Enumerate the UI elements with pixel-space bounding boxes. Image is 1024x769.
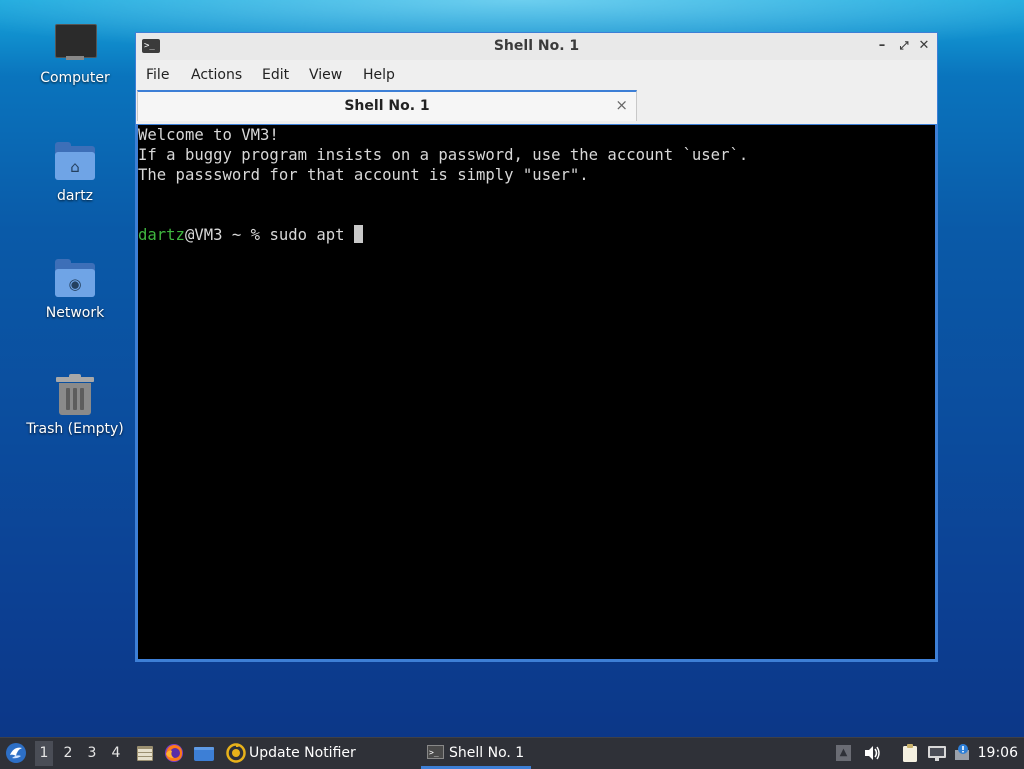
tab-close-icon[interactable]: × xyxy=(615,96,628,114)
terminal-line: If a buggy program insists on a password… xyxy=(138,146,749,164)
menu-actions[interactable]: Actions xyxy=(191,67,242,83)
desktop-icon xyxy=(194,747,214,761)
terminal-output[interactable]: Welcome to VM3! If a buggy program insis… xyxy=(138,125,935,659)
task-label: Shell No. 1 xyxy=(449,745,525,761)
clock[interactable]: 19:06 xyxy=(978,745,1018,761)
network-wired-icon xyxy=(928,746,946,761)
terminal-line: Welcome to VM3! xyxy=(138,126,279,144)
volume-button[interactable] xyxy=(862,738,882,769)
tab-shell-1[interactable]: Shell No. 1 × xyxy=(137,90,637,121)
minimize-button[interactable]: – xyxy=(873,37,891,55)
start-menu-button[interactable] xyxy=(4,738,28,769)
notification-button[interactable] xyxy=(952,738,974,769)
tab-title: Shell No. 1 xyxy=(344,98,430,114)
network-folder-icon: ◉ xyxy=(53,257,97,301)
desktop-icon-label: Trash (Empty) xyxy=(26,421,124,437)
menu-view[interactable]: View xyxy=(309,67,342,83)
tab-bar: Shell No. 1 × xyxy=(136,90,937,124)
menubar: File Actions Edit View Help xyxy=(136,60,937,90)
terminal-line: The passsword for that account is simply… xyxy=(138,166,589,184)
desktop-icon-network[interactable]: ◉ Network xyxy=(20,257,130,321)
desktop-icon-trash[interactable]: Trash (Empty) xyxy=(20,373,130,437)
desktop-icon-label: dartz xyxy=(56,188,94,204)
firefox-icon xyxy=(165,744,183,762)
update-alert-icon xyxy=(955,744,969,760)
window-title: Shell No. 1 xyxy=(493,38,580,54)
text-cursor xyxy=(353,225,363,243)
desktop-icon-computer[interactable]: Computer xyxy=(20,22,130,86)
clipboard-button[interactable] xyxy=(899,738,921,769)
network-status-button[interactable] xyxy=(926,738,948,769)
taskbar: 1 2 3 4 Update Notifier >_ Shell No. 1 ▲… xyxy=(0,737,1024,769)
lxqt-logo-icon xyxy=(6,743,26,763)
task-update-notifier[interactable]: Update Notifier xyxy=(224,738,420,769)
computer-icon xyxy=(53,22,97,66)
prompt-username: dartz xyxy=(138,226,185,244)
task-label: Update Notifier xyxy=(249,745,356,761)
desktop-icon-label: Network xyxy=(45,305,105,321)
file-manager-launcher[interactable] xyxy=(134,738,156,769)
maximize-button[interactable]: ⤢ xyxy=(895,37,913,55)
desktop-icon-label: Computer xyxy=(40,70,110,86)
terminal-window: >_ Shell No. 1 – ⤢ ✕ File Actions Edit V… xyxy=(135,32,938,662)
show-desktop-button[interactable] xyxy=(192,738,216,769)
prompt-command: sudo apt xyxy=(269,226,354,244)
close-button[interactable]: ✕ xyxy=(915,37,933,55)
clipboard-icon xyxy=(903,744,917,762)
file-manager-icon xyxy=(137,746,153,761)
workspace-3[interactable]: 3 xyxy=(83,745,101,761)
desktop-icon-home-folder[interactable]: ⌂ dartz xyxy=(20,140,130,204)
terminal-prompt-line: dartz@VM3 ~ % sudo apt xyxy=(138,225,363,245)
volume-icon xyxy=(865,746,880,760)
menu-help[interactable]: Help xyxy=(363,67,395,83)
firefox-launcher[interactable] xyxy=(163,738,185,769)
prompt-host: @VM3 ~ % xyxy=(184,226,270,244)
tray-arrow-icon: ▲ xyxy=(836,745,851,761)
workspace-1[interactable]: 1 xyxy=(35,741,53,766)
task-shell-1[interactable]: >_ Shell No. 1 xyxy=(423,738,533,769)
update-notifier-icon xyxy=(226,743,246,763)
trash-icon xyxy=(53,373,97,417)
home-folder-icon: ⌂ xyxy=(53,140,97,184)
menu-file[interactable]: File xyxy=(146,67,169,83)
terminal-icon: >_ xyxy=(427,745,444,759)
workspace-4[interactable]: 4 xyxy=(107,745,125,761)
workspace-2[interactable]: 2 xyxy=(59,745,77,761)
menu-edit[interactable]: Edit xyxy=(262,67,289,83)
tray-expand-button[interactable]: ▲ xyxy=(835,738,853,769)
window-titlebar[interactable]: >_ Shell No. 1 – ⤢ ✕ xyxy=(136,33,937,60)
